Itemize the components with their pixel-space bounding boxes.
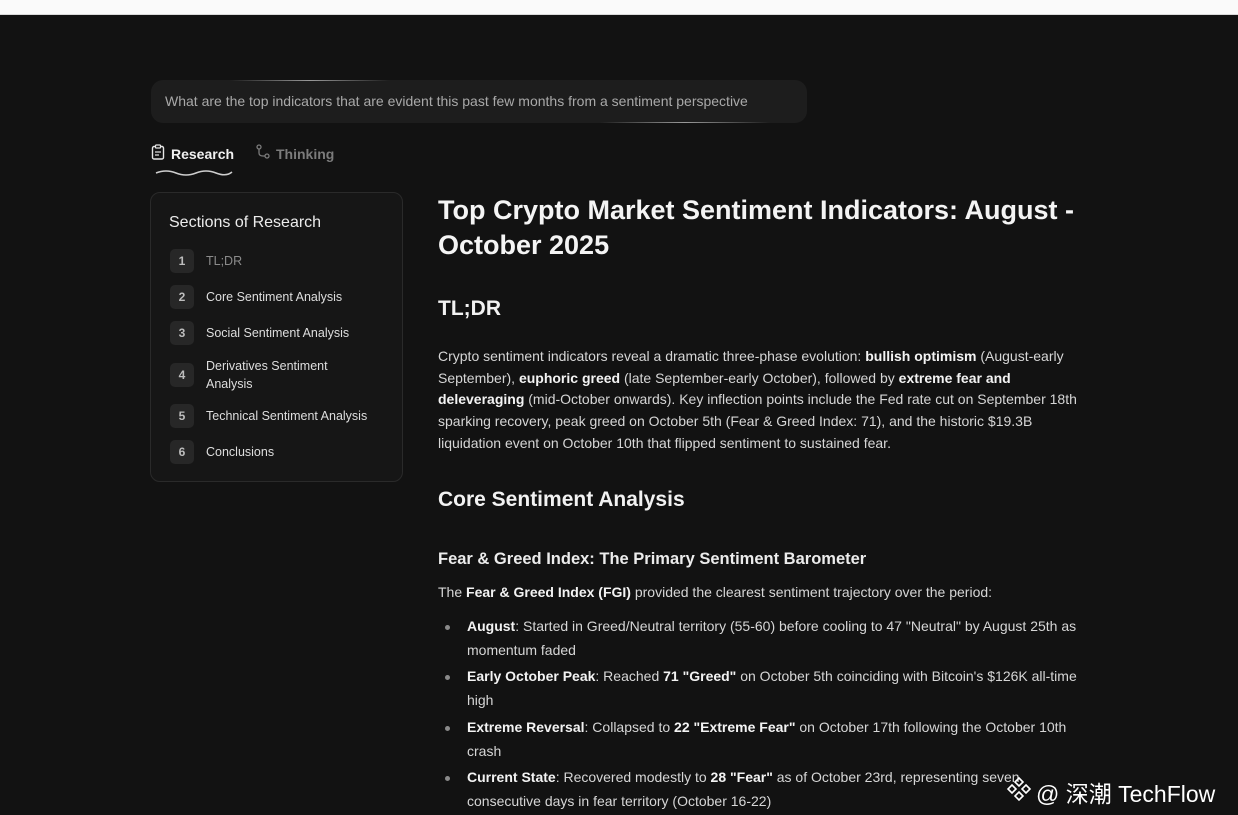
clipboard-icon: [151, 144, 165, 163]
sidebar-item-label: Derivatives Sentiment Analysis: [206, 359, 328, 391]
text-run: (mid-October onwards). Key inflection po…: [438, 391, 1077, 451]
tab-thinking[interactable]: Thinking: [256, 144, 334, 163]
bold-run: 71 "Greed": [663, 668, 737, 684]
sidebar-item-technical-sentiment[interactable]: 5 Technical Sentiment Analysis: [170, 404, 386, 428]
bold-run: August: [467, 618, 516, 634]
text-run: provided the clearest sentiment trajecto…: [630, 584, 993, 600]
bold-run: Early October Peak: [467, 668, 596, 684]
bold-run: 22 "Extreme Fear": [674, 719, 796, 735]
watermark-text: @ 深潮 TechFlow: [1036, 781, 1216, 807]
sidebar-item-number: 5: [170, 404, 194, 428]
list-item: Early October Peak: Reached 71 "Greed" o…: [445, 665, 1077, 712]
sidebar-item-number: 4: [170, 363, 194, 387]
text-run: : Recovered modestly to: [555, 769, 711, 785]
sidebar-item-label: Core Sentiment Analysis: [206, 290, 343, 304]
sidebar-item-label: Conclusions: [206, 445, 275, 459]
text-run: : Started in Greed/Neutral territory (55…: [467, 618, 1077, 658]
bold-run: Extreme Reversal: [467, 719, 585, 735]
tldr-paragraph: Crypto sentiment indicators reveal a dra…: [438, 346, 1078, 455]
bold-run: Fear & Greed Index (FGI): [466, 584, 631, 600]
sidebar-item-conclusions[interactable]: 6 Conclusions: [170, 440, 386, 464]
bullet-dot: [445, 776, 450, 781]
tldr-heading: TL;DR: [438, 297, 501, 320]
bullet-dot: [445, 625, 450, 630]
bold-run: bullish optimism: [865, 348, 977, 364]
bold-run: Current State: [467, 769, 556, 785]
sidebar-item-number: 6: [170, 440, 194, 464]
bold-run: 28 "Fear": [710, 769, 773, 785]
sidebar-item-label: Social Sentiment Analysis: [206, 326, 350, 340]
sidebar-item-label: Technical Sentiment Analysis: [206, 409, 368, 423]
text-run: : Reached: [595, 668, 664, 684]
sections-sidebar: Sections of Research 1 TL;DR 2 Core Sent…: [150, 192, 403, 482]
tab-research-label: Research: [171, 145, 235, 162]
techflow-logo-icon: [1006, 776, 1032, 808]
techflow-watermark: @ 深潮 TechFlow: [1006, 775, 1215, 809]
query-glow-bottom: [600, 122, 770, 123]
browser-top-strip: [0, 0, 1238, 15]
article-title: Top Crypto Market Sentiment Indicators: …: [438, 195, 1075, 260]
text-run: (late September-early October), followed…: [620, 369, 899, 386]
tab-research[interactable]: Research: [151, 144, 234, 163]
text-run: The: [438, 584, 467, 600]
list-item: Current State: Recovered modestly to 28 …: [445, 766, 1077, 813]
query-bubble[interactable]: What are the top indicators that are evi…: [151, 80, 807, 123]
sidebar-item-core-sentiment[interactable]: 2 Core Sentiment Analysis: [170, 285, 386, 309]
sidebar-item-social-sentiment[interactable]: 3 Social Sentiment Analysis: [170, 321, 386, 345]
tab-thinking-label: Thinking: [276, 145, 335, 162]
fgi-heading: Fear & Greed Index: The Primary Sentimen…: [438, 550, 867, 568]
text-run: Crypto sentiment indicators reveal a dra…: [438, 348, 866, 364]
bullet-dot: [445, 675, 450, 680]
bold-run: euphoric greed: [518, 369, 621, 386]
text-run: : Collapsed to: [584, 719, 675, 735]
query-glow-top: [230, 80, 390, 81]
sidebar-item-number: 2: [170, 285, 194, 309]
branch-icon: [256, 144, 270, 163]
list-item: August: Started in Greed/Neutral territo…: [445, 615, 1077, 662]
sidebar-item-derivatives-sentiment[interactable]: 4 Derivatives Sentiment Analysis: [170, 357, 346, 393]
query-text: What are the top indicators that are evi…: [165, 93, 748, 109]
list-item: Extreme Reversal: Collapsed to 22 "Extre…: [445, 716, 1077, 763]
sidebar-item-label: TL;DR: [206, 254, 243, 268]
sidebar-item-number: 1: [170, 249, 194, 273]
core-sentiment-heading: Core Sentiment Analysis: [438, 488, 685, 511]
active-tab-underline: [155, 170, 233, 176]
sidebar-title: Sections of Research: [169, 214, 322, 231]
sidebar-item-number: 3: [170, 321, 194, 345]
bullet-dot: [445, 726, 450, 731]
fgi-intro: The Fear & Greed Index (FGI) provided th…: [438, 582, 1078, 604]
sidebar-item-tldr[interactable]: 1 TL;DR: [170, 249, 386, 273]
